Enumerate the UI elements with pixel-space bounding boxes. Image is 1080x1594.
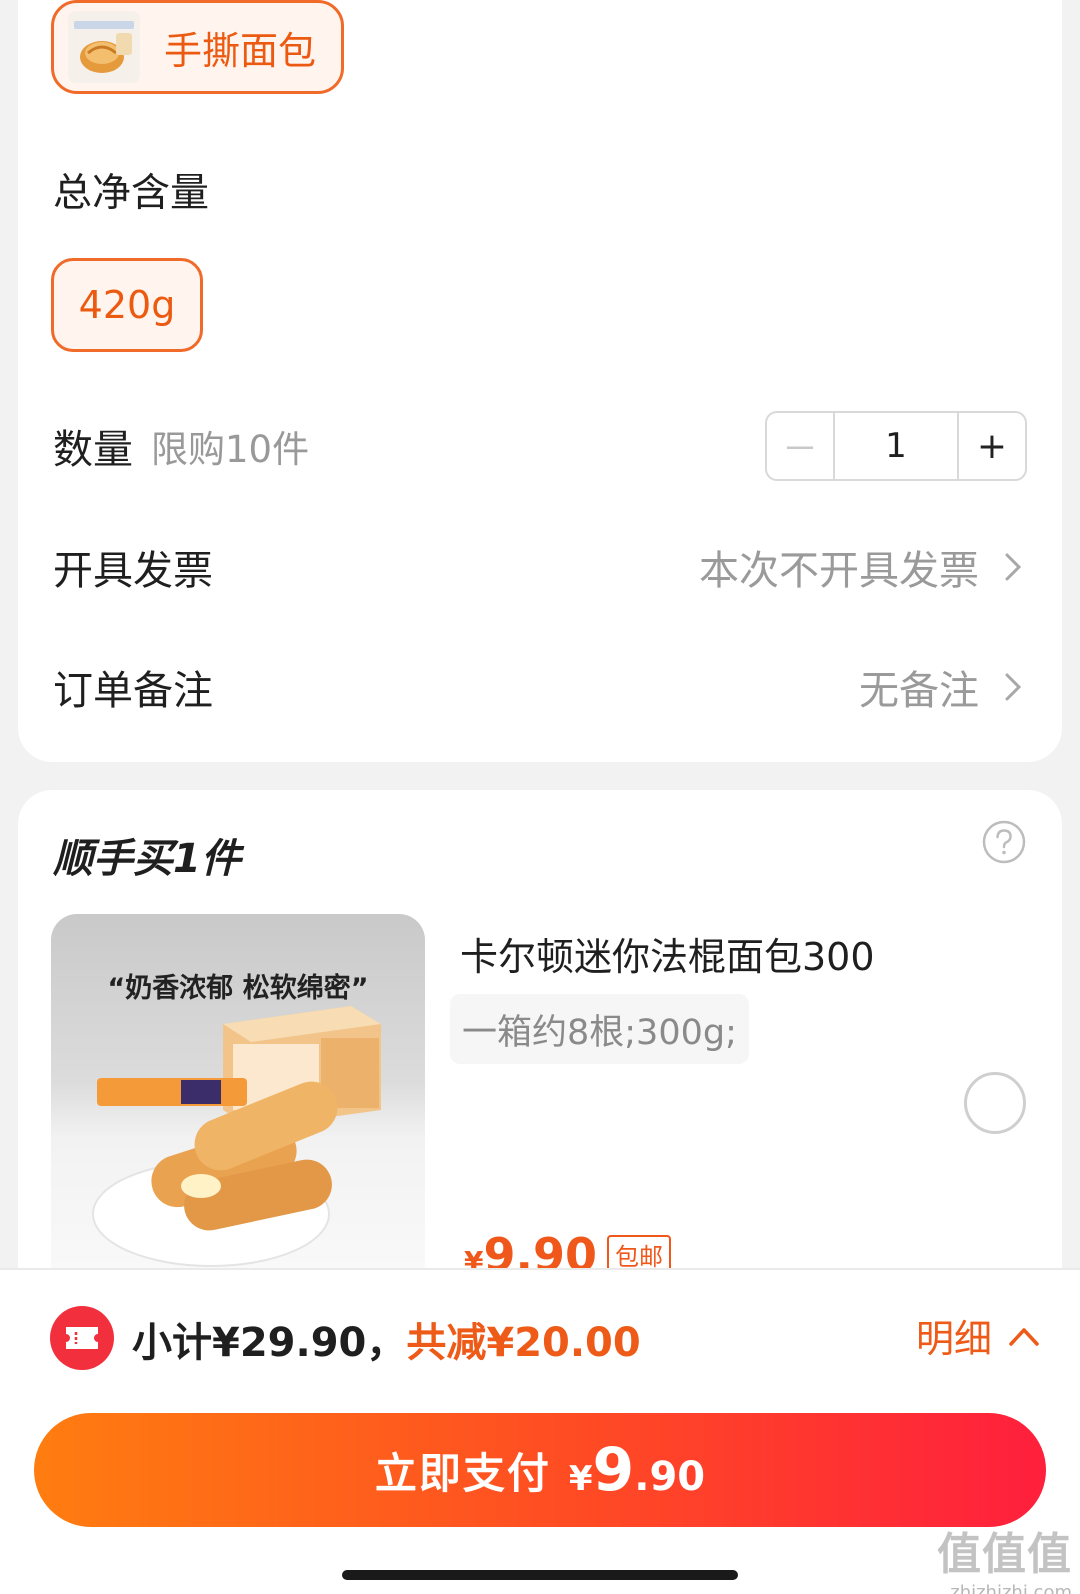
site-watermark: 值值值 zhizhizhi.com (937, 1518, 1072, 1594)
remark-row[interactable]: 订单备注 无备注 (53, 652, 1027, 722)
price-summary: 小计¥29.90，共减¥20.00 (132, 1310, 641, 1368)
watermark-logo: 值值值 (937, 1518, 1072, 1582)
checkout-bar: 小计¥29.90，共减¥20.00 明细 立即支付 ¥ 9 .90 值值值 zh… (0, 1268, 1080, 1594)
purchase-limit-hint: 限购10件 (151, 419, 309, 473)
quantity-value[interactable]: 1 (835, 413, 957, 479)
chevron-right-icon (999, 547, 1027, 587)
net-weight-title: 总净含量 (53, 162, 209, 218)
addon-price-value: 9.90 (483, 1228, 597, 1268)
pay-amount: ¥ 9 .90 (569, 1435, 705, 1505)
addon-product-image[interactable]: “奶香浓郁 松软绵密” (51, 914, 425, 1288)
chevron-right-icon (999, 667, 1027, 707)
addon-select-radio[interactable] (964, 1072, 1026, 1134)
invoice-row[interactable]: 开具发票 本次不开具发票 (53, 532, 1027, 602)
pay-amount-integer: 9 (593, 1435, 635, 1505)
discount-text: 共减¥20.00 (406, 1320, 640, 1366)
shipping-tag: 包邮 (607, 1235, 671, 1268)
decrement-button[interactable]: － (767, 413, 835, 479)
pay-now-button[interactable]: 立即支付 ¥ 9 .90 (34, 1413, 1046, 1527)
addon-product-price-group: ¥9.90 包邮 (464, 1228, 671, 1268)
detail-label: 明细 (916, 1308, 992, 1363)
bread-thumb-icon (68, 11, 140, 83)
pay-now-label: 立即支付 (375, 1440, 551, 1501)
spec-option-selected[interactable]: 手撕面包 (51, 0, 344, 94)
coupon-icon (50, 1306, 114, 1370)
addon-title: 顺手买1件 (53, 826, 241, 884)
price-detail-toggle[interactable]: 明细 (916, 1308, 1040, 1363)
pay-currency: ¥ (569, 1459, 593, 1499)
remark-label: 订单备注 (53, 658, 213, 716)
addon-product-spec: 一箱约8根;300g; (450, 994, 749, 1064)
order-options-card: 手撕面包 总净含量 420g 数量 限购10件 － 1 + 开具发票 本次不开具… (18, 0, 1062, 762)
help-icon[interactable] (982, 820, 1026, 864)
addon-product-name: 卡尔顿迷你法棍面包300 (460, 926, 875, 981)
home-indicator[interactable] (342, 1570, 738, 1580)
baguette-product-icon (51, 914, 425, 1288)
pay-amount-decimal: .90 (634, 1454, 705, 1500)
remark-value: 无备注 (859, 658, 979, 716)
remark-value-group: 无备注 (859, 658, 1027, 716)
watermark-url: zhizhizhi.com (937, 1582, 1072, 1594)
addon-price-symbol: ¥ (464, 1245, 483, 1268)
chevron-up-icon (1008, 1325, 1040, 1347)
subtotal-text: 小计¥29.90， (132, 1320, 406, 1366)
increment-button[interactable]: + (957, 413, 1025, 479)
quantity-stepper: － 1 + (765, 411, 1027, 481)
addon-card: 顺手买1件 “奶香浓郁 松软绵密” 卡尔顿迷你法棍面包300 一箱约8根;300… (18, 790, 1062, 1310)
invoice-value-group: 本次不开具发票 (699, 538, 1027, 596)
quantity-label: 数量 (53, 417, 133, 475)
spec-option-label: 手撕面包 (164, 20, 316, 75)
invoice-label: 开具发票 (53, 538, 213, 596)
invoice-value: 本次不开具发票 (699, 538, 979, 596)
weight-option-selected[interactable]: 420g (51, 258, 203, 352)
quantity-row: 数量 限购10件 － 1 + (53, 411, 1027, 481)
